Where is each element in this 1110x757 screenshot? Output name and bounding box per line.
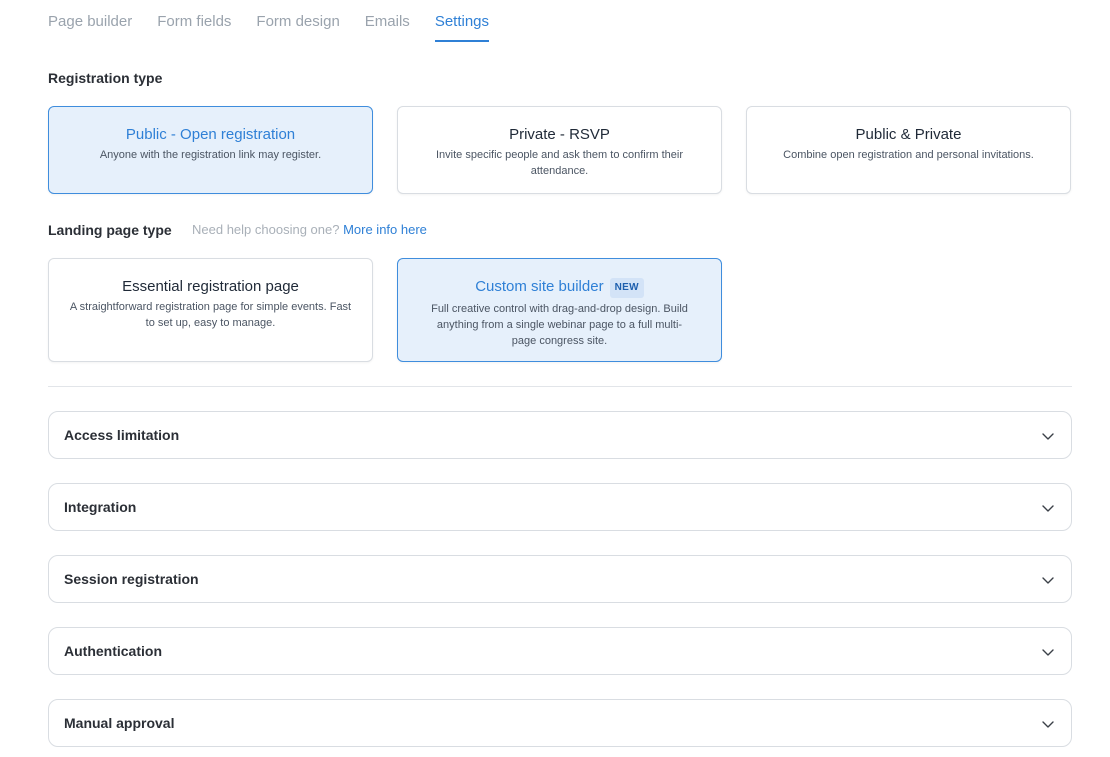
accordion-session-registration[interactable]: Session registration bbox=[48, 555, 1072, 603]
option-title: Essential registration page bbox=[122, 278, 299, 295]
option-title: Private - RSVP bbox=[509, 126, 610, 143]
chevron-down-icon bbox=[1042, 577, 1054, 584]
tab-bar: Page builder Form fields Form design Ema… bbox=[48, 0, 490, 42]
registration-type-label: Registration type bbox=[48, 70, 163, 86]
option-description: Combine open registration and personal i… bbox=[783, 149, 1034, 161]
option-title: Custom site builder NEW bbox=[398, 278, 721, 298]
chevron-down-icon bbox=[1042, 433, 1054, 440]
landing-option-essential[interactable]: Essential registration page A straightfo… bbox=[48, 258, 373, 362]
chevron-down-icon bbox=[1042, 721, 1054, 728]
chevron-down-icon bbox=[1042, 505, 1054, 512]
more-info-link[interactable]: More info here bbox=[343, 222, 427, 237]
chevron-down-icon bbox=[1042, 649, 1054, 656]
hint-text: Need help choosing one? bbox=[192, 222, 340, 237]
landing-help-hint: Need help choosing one? More info here bbox=[192, 222, 427, 237]
tab-form-design[interactable]: Form design bbox=[256, 0, 339, 42]
option-description: A straightforward registration page for … bbox=[69, 301, 352, 329]
accordion-manual-approval[interactable]: Manual approval bbox=[48, 699, 1072, 747]
landing-option-custom-site-builder[interactable]: Custom site builder NEW Full creative con… bbox=[397, 258, 722, 362]
accordion-title: Session registration bbox=[64, 571, 199, 587]
tab-emails[interactable]: Emails bbox=[365, 0, 410, 42]
tab-settings[interactable]: Settings bbox=[434, 0, 490, 42]
option-description: Invite specific people and ask them to c… bbox=[436, 149, 684, 177]
new-badge: NEW bbox=[609, 278, 644, 298]
registration-option-private[interactable]: Private - RSVP Invite specific people an… bbox=[397, 106, 722, 194]
accordion-title: Access limitation bbox=[64, 427, 180, 443]
option-title: Public & Private bbox=[855, 126, 962, 143]
section-divider bbox=[48, 386, 1072, 387]
landing-page-type-label: Landing page type bbox=[48, 222, 172, 238]
accordion-access-limitation[interactable]: Access limitation bbox=[48, 411, 1072, 459]
accordion-integration[interactable]: Integration bbox=[48, 483, 1072, 531]
accordion-title: Manual approval bbox=[64, 715, 175, 731]
accordion-title: Authentication bbox=[64, 643, 162, 659]
registration-option-public[interactable]: Public - Open registration Anyone with t… bbox=[48, 106, 373, 194]
tab-page-builder[interactable]: Page builder bbox=[48, 0, 132, 42]
option-description: Full creative control with drag-and-drop… bbox=[431, 303, 688, 347]
accordion-title: Integration bbox=[64, 499, 137, 515]
registration-option-public-private[interactable]: Public & Private Combine open registrati… bbox=[746, 106, 1071, 194]
option-title: Public - Open registration bbox=[125, 126, 296, 143]
option-description: Anyone with the registration link may re… bbox=[99, 149, 322, 161]
accordion-authentication[interactable]: Authentication bbox=[48, 627, 1072, 675]
tab-form-fields[interactable]: Form fields bbox=[157, 0, 231, 42]
